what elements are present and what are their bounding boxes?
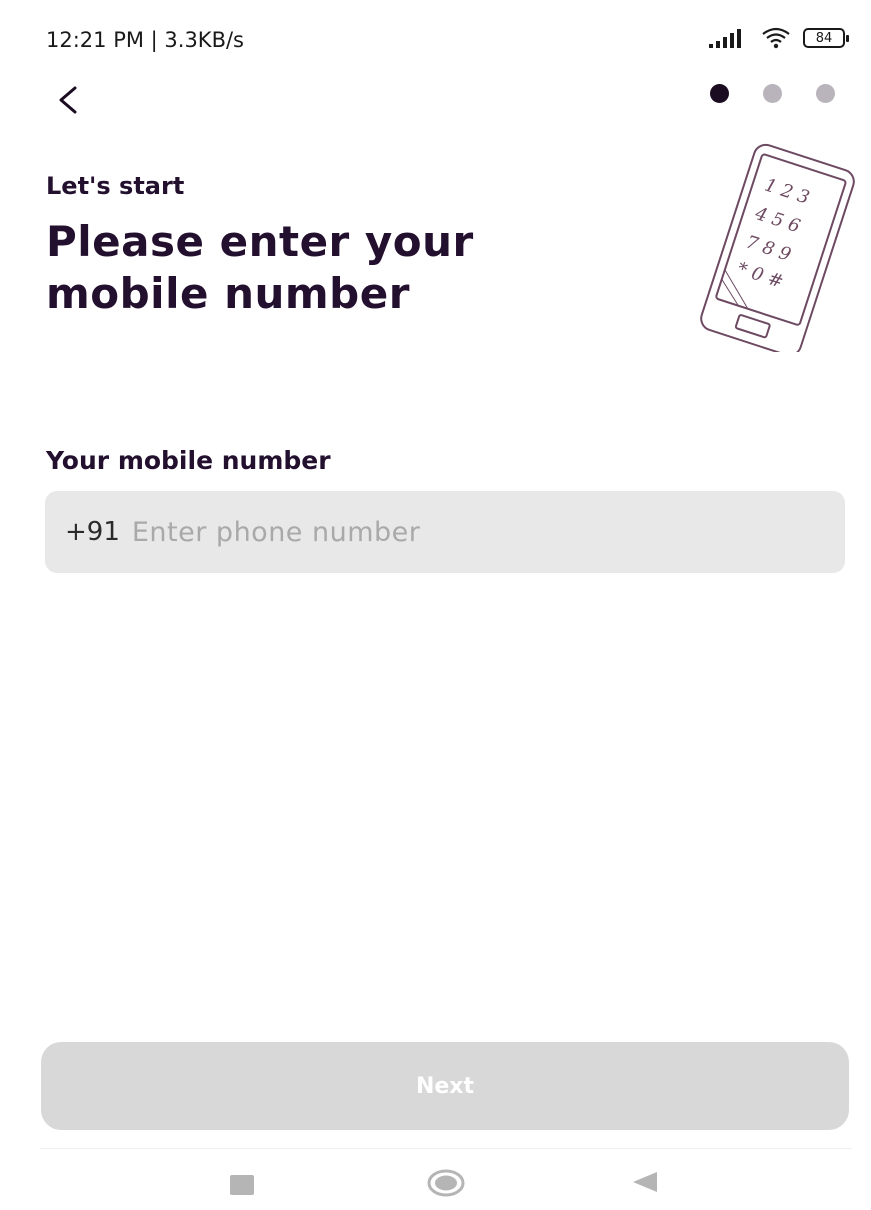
login-screen: 12:21 PM | 3.3KB/s 84 Let's start Please… (0, 0, 871, 1210)
country-code[interactable]: +91 (65, 517, 120, 547)
step-indicator (710, 84, 835, 103)
phone-input[interactable] (129, 515, 734, 549)
signal-icon (709, 29, 741, 48)
phone-field[interactable]: +91 (45, 491, 845, 573)
back-button[interactable] (44, 76, 92, 124)
step-dot-2 (763, 84, 782, 103)
step-dot-3 (816, 84, 835, 103)
wifi-icon (762, 27, 790, 49)
svg-text:4 5 6: 4 5 6 (752, 203, 803, 237)
svg-text:1 2 3: 1 2 3 (762, 175, 812, 209)
page-title: Please enter your mobile number (46, 217, 474, 318)
home-circle-icon[interactable] (426, 1168, 466, 1198)
system-navigation-bar (0, 1150, 871, 1210)
nav-divider (40, 1148, 852, 1149)
phone-keypad-illustration: 1 2 3 4 5 6 7 8 9 * 0 # (700, 143, 855, 352)
phone-field-label: Your mobile number (46, 446, 331, 475)
status-icons: 84 (707, 26, 849, 50)
subtitle: Let's start (46, 172, 185, 200)
recents-square-icon[interactable] (230, 1175, 254, 1195)
svg-text:* 0 #: * 0 # (735, 258, 786, 292)
status-time: 12:21 PM | 3.3KB/s (46, 28, 244, 52)
next-button[interactable]: Next (41, 1042, 849, 1130)
battery-level: 84 (815, 30, 833, 46)
battery-icon: 84 (803, 28, 849, 48)
chevron-left-icon (59, 86, 77, 114)
status-bar: 12:21 PM | 3.3KB/s 84 (0, 0, 871, 80)
step-dot-1 (710, 84, 729, 103)
back-triangle-icon[interactable] (633, 1172, 657, 1192)
